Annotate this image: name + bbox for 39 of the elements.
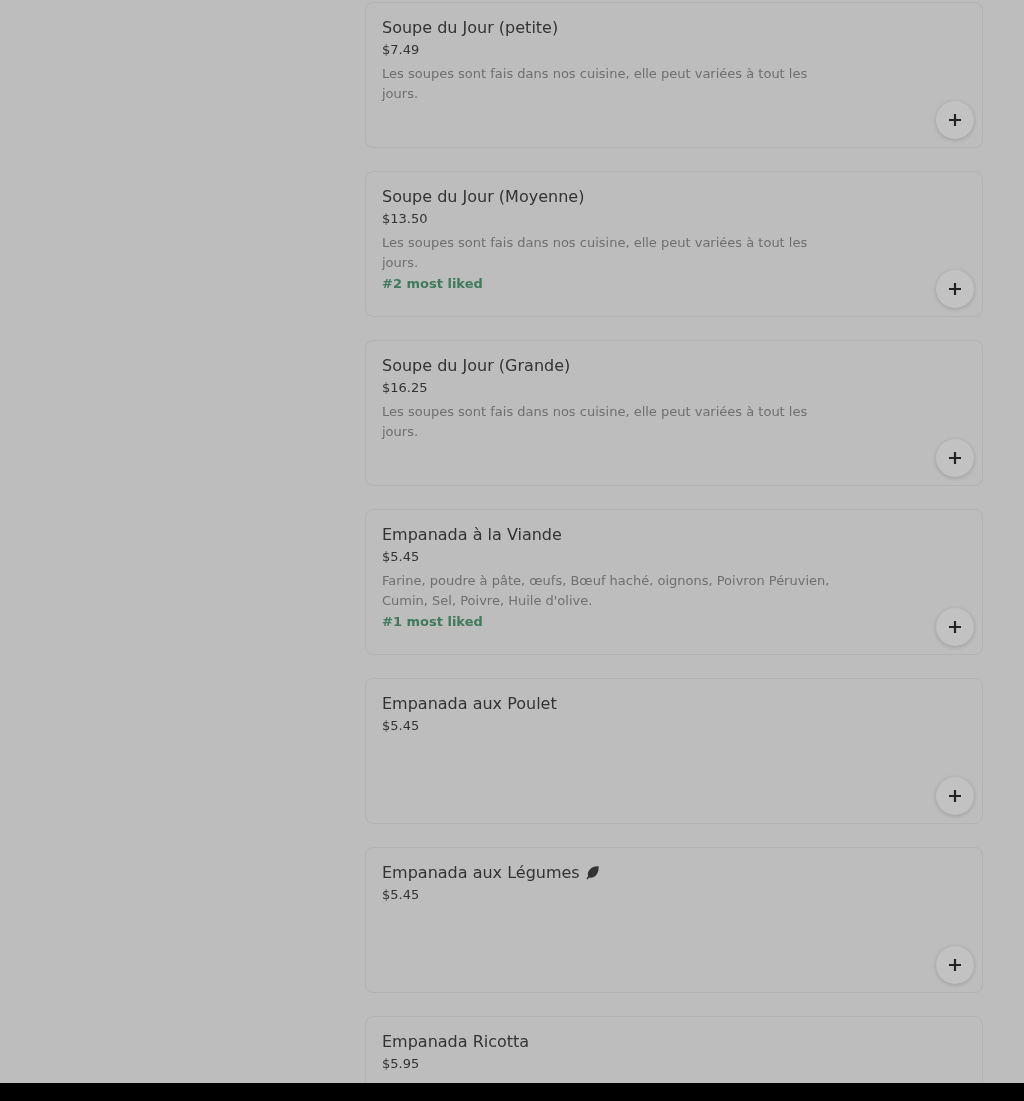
item-name: Empanada aux Légumes	[382, 863, 580, 883]
item-description: Farine, poudre à pâte, œufs, Bœuf haché, oignons, Poivron Péruvien, Cumin, Sel, Poivre, Huile d'olive.	[382, 572, 831, 610]
item-price: $16.25	[382, 380, 429, 396]
item-price: $5.45	[382, 549, 421, 565]
popularity-label: #1 most liked	[382, 613, 484, 631]
item-price: $7.49	[382, 42, 421, 58]
add-button[interactable]	[936, 439, 974, 477]
plus-icon	[948, 958, 962, 972]
item-description: Les soupes sont fais dans nos cuisine, elle peut variées à tout les jours.	[382, 65, 809, 103]
plus-icon	[948, 789, 962, 803]
item-price: $5.45	[382, 718, 421, 734]
plus-icon	[948, 113, 962, 127]
item-price: $13.50	[382, 211, 429, 227]
item-name: Soupe du Jour (Moyenne)	[382, 187, 585, 207]
menu-item-card[interactable]: Empanada à la Viande $5.45 Farine, poudre à pâte, œufs, Bœuf haché, oignons, Poivron Péruvien, Cumin, Sel, Poivre, Huile d'olive. #1 most liked	[365, 509, 983, 655]
item-name: Empanada à la Viande	[382, 525, 562, 545]
item-name: Soupe du Jour (petite)	[382, 18, 559, 38]
item-price: $5.45	[382, 887, 421, 903]
menu-item-card[interactable]: Soupe du Jour (petite) $7.49 Les soupes sont fais dans nos cuisine, elle peut variées à tout les jours.	[365, 2, 983, 148]
item-name: Empanada aux Poulet	[382, 694, 557, 714]
plus-icon	[948, 282, 962, 296]
menu-item-card[interactable]: Empanada Ricotta $5.95	[365, 1016, 983, 1083]
add-button[interactable]	[936, 270, 974, 308]
item-name: Empanada Ricotta	[382, 1032, 530, 1052]
add-button[interactable]	[936, 608, 974, 646]
popularity-label: #2 most liked	[382, 275, 484, 293]
menu-item-card[interactable]: Soupe du Jour (Moyenne) $13.50 Les soupes sont fais dans nos cuisine, elle peut variées à tout les jours. #2 most liked	[365, 171, 983, 317]
menu-item-card[interactable]: Empanada aux Légumes $5.45	[365, 847, 983, 993]
item-name: Soupe du Jour (Grande)	[382, 356, 571, 376]
add-button[interactable]	[936, 946, 974, 984]
add-button[interactable]	[936, 101, 974, 139]
plus-icon	[948, 620, 962, 634]
menu-item-card[interactable]: Soupe du Jour (Grande) $16.25 Les soupes sont fais dans nos cuisine, elle peut variées à tout les jours.	[365, 340, 983, 486]
item-description: Les soupes sont fais dans nos cuisine, elle peut variées à tout les jours.	[382, 403, 809, 441]
add-button[interactable]	[936, 777, 974, 815]
item-description: Les soupes sont fais dans nos cuisine, elle peut variées à tout les jours.	[382, 234, 809, 272]
plus-icon	[948, 451, 962, 465]
menu-item-card[interactable]: Empanada aux Poulet $5.45	[365, 678, 983, 824]
item-price: $5.95	[382, 1056, 421, 1072]
